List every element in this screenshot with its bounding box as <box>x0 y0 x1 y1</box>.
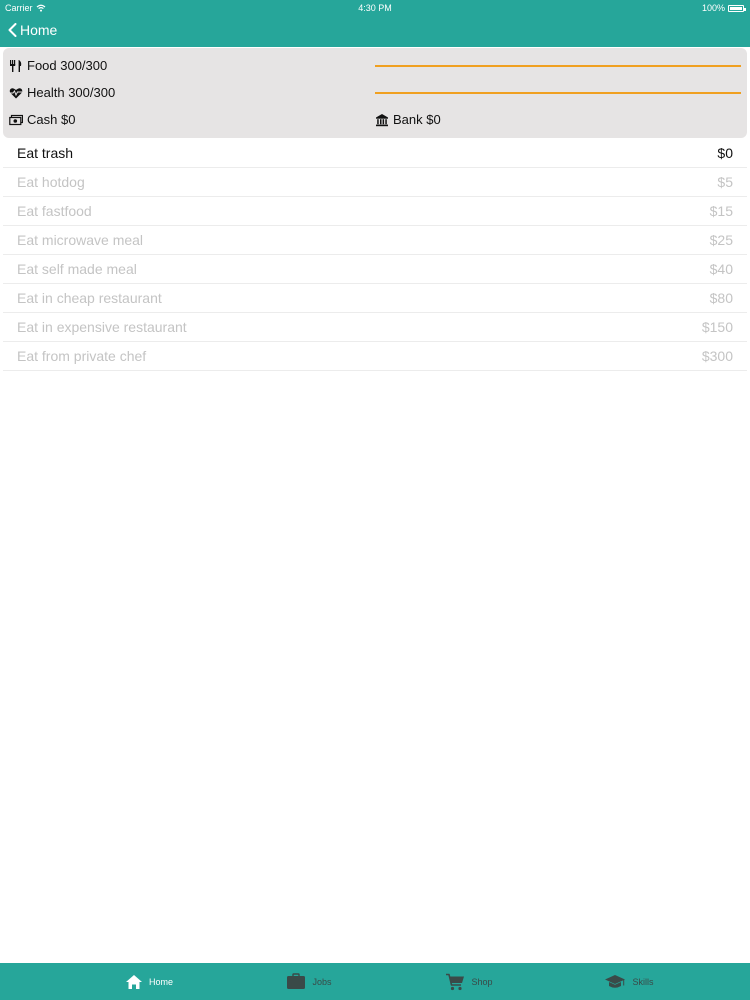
app-header: Carrier 4:30 PM 100% Home <box>0 0 750 47</box>
bank-stat: Bank $0 <box>375 112 441 127</box>
item-label: Eat self made meal <box>17 261 137 277</box>
item-price: $5 <box>717 174 733 190</box>
list-item[interactable]: Eat hotdog $5 <box>3 168 747 197</box>
fork-knife-icon <box>10 59 22 72</box>
health-label: Health 300/300 <box>27 85 116 100</box>
list-item[interactable]: Eat fastfood $15 <box>3 197 747 226</box>
home-icon <box>125 974 142 989</box>
item-price: $15 <box>709 203 733 219</box>
item-label: Eat fastfood <box>17 203 92 219</box>
item-price: $300 <box>701 348 733 364</box>
food-stat: Food 300/300 <box>9 58 107 73</box>
tab-jobs[interactable]: Jobs <box>229 963 389 1000</box>
cash-icon <box>9 114 23 125</box>
list-item[interactable]: Eat microwave meal $25 <box>3 226 747 255</box>
chevron-left-icon <box>8 23 17 37</box>
cart-icon <box>446 973 465 990</box>
item-label: Eat hotdog <box>17 174 85 190</box>
heartbeat-icon <box>9 87 23 98</box>
item-price: $40 <box>709 261 733 277</box>
item-price: $150 <box>701 319 733 335</box>
graduation-cap-icon <box>605 974 626 988</box>
list-item[interactable]: Eat in expensive restaurant $150 <box>3 313 747 342</box>
tab-home[interactable]: Home <box>69 963 229 1000</box>
list-item[interactable]: Eat trash $0 <box>3 139 747 168</box>
list-item[interactable]: Eat in cheap restaurant $80 <box>3 284 747 313</box>
tab-skills[interactable]: Skills <box>549 963 709 1000</box>
item-label: Eat in cheap restaurant <box>17 290 162 306</box>
health-bar <box>375 92 741 94</box>
cash-label: Cash $0 <box>27 112 76 127</box>
nav-bar: Home <box>0 16 750 47</box>
status-bar: Carrier 4:30 PM 100% <box>0 0 750 16</box>
tab-label: Jobs <box>312 976 332 987</box>
tab-label: Skills <box>632 976 654 987</box>
item-price: $80 <box>709 290 733 306</box>
status-time: 4:30 PM <box>358 3 392 13</box>
stats-panel: Food 300/300 Health 300/300 Cash $0 Bank… <box>3 48 747 138</box>
battery-percent: 100% <box>701 3 725 13</box>
list-item[interactable]: Eat self made meal $40 <box>3 255 747 284</box>
back-button[interactable]: Home <box>8 22 57 38</box>
list-item[interactable]: Eat from private chef $300 <box>3 342 747 371</box>
cash-stat: Cash $0 <box>9 112 75 127</box>
item-label: Eat in expensive restaurant <box>17 319 187 335</box>
battery-icon <box>728 4 746 12</box>
briefcase-icon <box>287 973 306 989</box>
item-label: Eat microwave meal <box>17 232 144 248</box>
item-label: Eat trash <box>17 145 74 161</box>
item-price: $25 <box>709 232 733 248</box>
food-label: Food 300/300 <box>27 58 108 73</box>
food-item-list: Eat trash $0 Eat hotdog $5 Eat fastfood … <box>3 139 747 371</box>
bank-icon <box>376 113 388 126</box>
bank-label: Bank $0 <box>393 112 441 127</box>
back-label: Home <box>20 22 58 38</box>
tab-label: Shop <box>471 976 493 987</box>
food-bar <box>375 65 741 67</box>
tab-label: Home <box>148 976 173 987</box>
item-label: Eat from private chef <box>17 348 147 364</box>
health-stat: Health 300/300 <box>9 85 115 100</box>
status-right: 100% <box>701 3 746 13</box>
item-price: $0 <box>717 145 733 161</box>
tab-bar: Home Jobs Shop Skills <box>0 963 750 1000</box>
tab-shop[interactable]: Shop <box>389 963 549 1000</box>
